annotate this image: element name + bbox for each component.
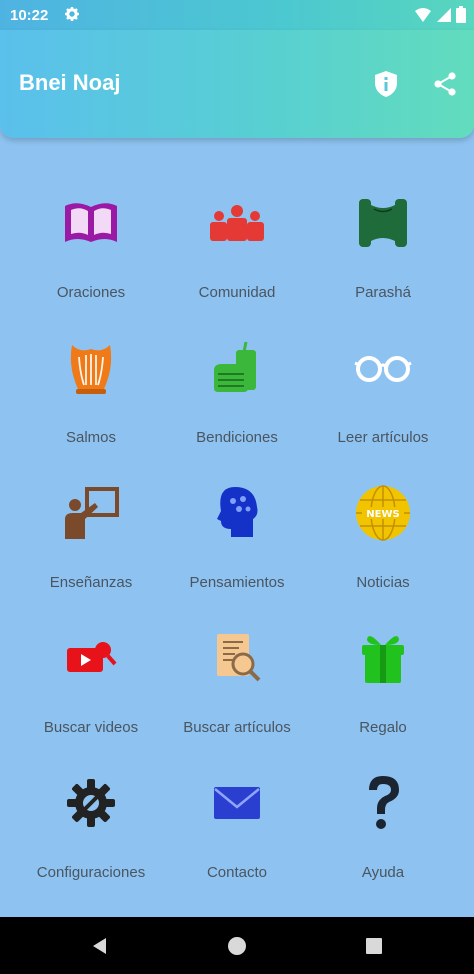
tile-label: Pensamientos [189,574,285,591]
video-search-icon [56,623,126,693]
tile-label: Contacto [206,864,268,881]
news-globe-icon: NEWS [348,478,418,548]
settings-gear-icon [56,768,126,838]
status-bar: 10:22 [0,0,474,30]
tile-label: Bendiciones [196,429,278,446]
share-icon[interactable] [430,69,460,99]
privacy-shield-icon[interactable] [371,69,401,99]
svg-text:NEWS: NEWS [366,509,399,520]
glasses-icon [348,333,418,403]
recents-icon[interactable] [362,934,386,958]
tile-ensenanzas[interactable]: Enseñanzas [12,450,170,595]
settings-notification-icon [64,6,80,26]
document-search-icon [202,623,272,693]
battery-icon [456,6,466,27]
tile-salmos[interactable]: Salmos [12,305,170,450]
tile-buscar-articulos[interactable]: Buscar artículos [158,595,316,740]
tile-leer-articulos[interactable]: Leer artículos [304,305,462,450]
tile-label: Noticias [356,574,410,591]
app-bar: Bnei Noaj [0,30,474,138]
tile-label: Regalo [359,719,407,736]
tile-bendiciones[interactable]: Bendiciones [158,305,316,450]
tile-pensamientos[interactable]: Pensamientos [158,450,316,595]
tile-configuraciones[interactable]: Configuraciones [12,740,170,885]
app-title: Bnei Noaj [19,70,121,95]
book-icon [56,188,126,258]
system-nav-bar [0,917,474,974]
tile-comunidad[interactable]: Comunidad [158,160,316,305]
status-indicators [414,6,466,27]
teacher-icon [56,478,126,548]
torah-scroll-icon [348,188,418,258]
status-time: 10:22 [10,7,49,24]
tile-noticias[interactable]: NEWS Noticias [304,450,462,595]
tile-label: Parashá [355,284,411,301]
tile-label: Oraciones [56,284,126,301]
food-drink-icon [202,333,272,403]
harp-icon [56,333,126,403]
brain-head-icon [202,478,272,548]
wifi-icon [414,7,432,27]
tile-oraciones[interactable]: Oraciones [12,160,170,305]
tile-ayuda[interactable]: Ayuda [304,740,462,885]
tile-label: Comunidad [198,284,276,301]
tile-contacto[interactable]: Contacto [158,740,316,885]
question-mark-icon [348,768,418,838]
signal-icon [436,7,452,27]
back-icon[interactable] [87,934,111,958]
gift-icon [348,623,418,693]
envelope-icon [202,768,272,838]
tile-buscar-videos[interactable]: Buscar videos [12,595,170,740]
tile-label: Configuraciones [36,864,146,881]
tile-label: Buscar videos [43,719,139,736]
tile-label: Leer artículos [337,429,429,446]
community-icon [202,188,272,258]
tile-regalo[interactable]: Regalo [304,595,462,740]
home-icon[interactable] [225,934,249,958]
tile-parasha[interactable]: Parashá [304,160,462,305]
tile-label: Buscar artículos [183,719,291,736]
tile-label: Enseñanzas [49,574,133,591]
tile-label: Ayuda [361,864,405,881]
tile-label: Salmos [65,429,117,446]
